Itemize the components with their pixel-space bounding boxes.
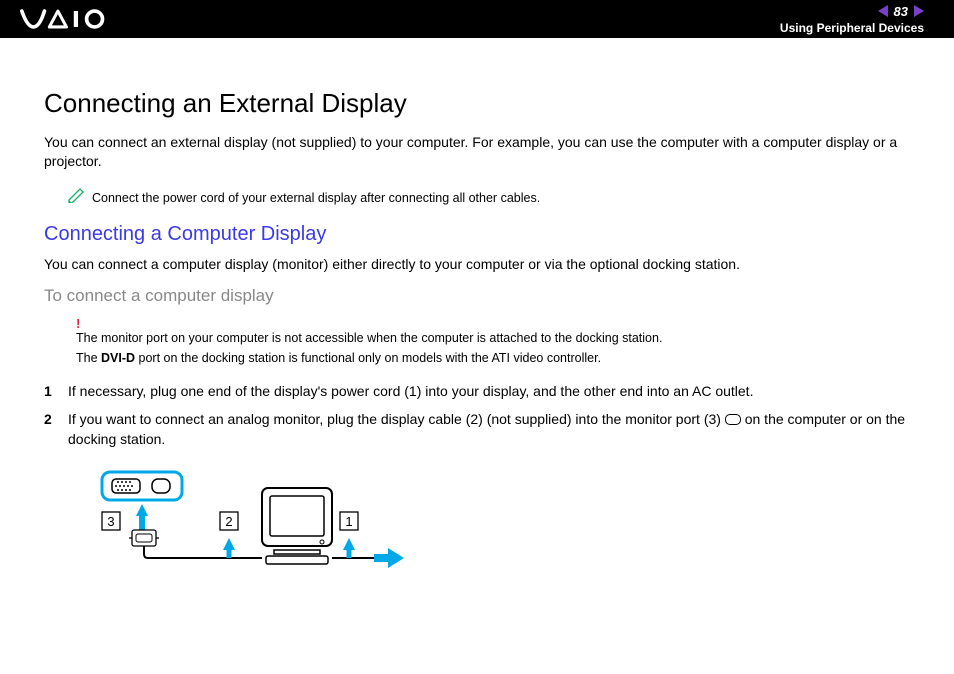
diagram-label-3: 3 — [107, 514, 114, 529]
pencil-note-icon — [68, 187, 86, 203]
page-title: Connecting an External Display — [44, 88, 910, 119]
step-number: 1 — [44, 381, 68, 401]
intro-paragraph: You can connect an external display (not… — [44, 133, 910, 171]
note-text: Connect the power cord of your external … — [92, 191, 540, 205]
note-block: Connect the power cord of your external … — [68, 191, 910, 205]
connection-diagram: 3 2 1 — [74, 470, 404, 580]
next-page-icon[interactable] — [914, 5, 924, 17]
monitor-port-icon — [725, 414, 741, 425]
step-number: 2 — [44, 409, 68, 429]
vaio-logo — [20, 8, 130, 30]
step-item: 1 If necessary, plug one end of the disp… — [44, 381, 910, 401]
page-nav: 83 — [878, 4, 924, 19]
step-text: If you want to connect an analog monitor… — [68, 409, 910, 450]
warning-icon: ! — [76, 316, 910, 331]
info-post: port on the docking station is functiona… — [135, 351, 601, 365]
diagram-label-2: 2 — [225, 514, 232, 529]
step-item: 2 If you want to connect an analog monit… — [44, 409, 910, 450]
sub-intro: You can connect a computer display (moni… — [44, 256, 910, 272]
warning-block: ! The monitor port on your computer is n… — [76, 316, 910, 345]
subheading: Connecting a Computer Display — [44, 223, 910, 246]
step-text: If necessary, plug one end of the displa… — [68, 381, 753, 401]
header-bar: 83 Using Peripheral Devices — [0, 0, 954, 38]
page-number: 83 — [894, 4, 908, 19]
section-title: Using Peripheral Devices — [780, 21, 924, 35]
prev-page-icon[interactable] — [878, 5, 888, 17]
warning-text: The monitor port on your computer is not… — [76, 331, 910, 345]
info-bold: DVI-D — [101, 351, 135, 365]
info-block: The DVI-D port on the docking station is… — [76, 351, 910, 365]
info-pre: The — [76, 351, 101, 365]
task-heading: To connect a computer display — [44, 286, 910, 306]
diagram-label-1: 1 — [345, 514, 352, 529]
page-content: Connecting an External Display You can c… — [0, 38, 954, 605]
steps-list: 1 If necessary, plug one end of the disp… — [44, 381, 910, 450]
